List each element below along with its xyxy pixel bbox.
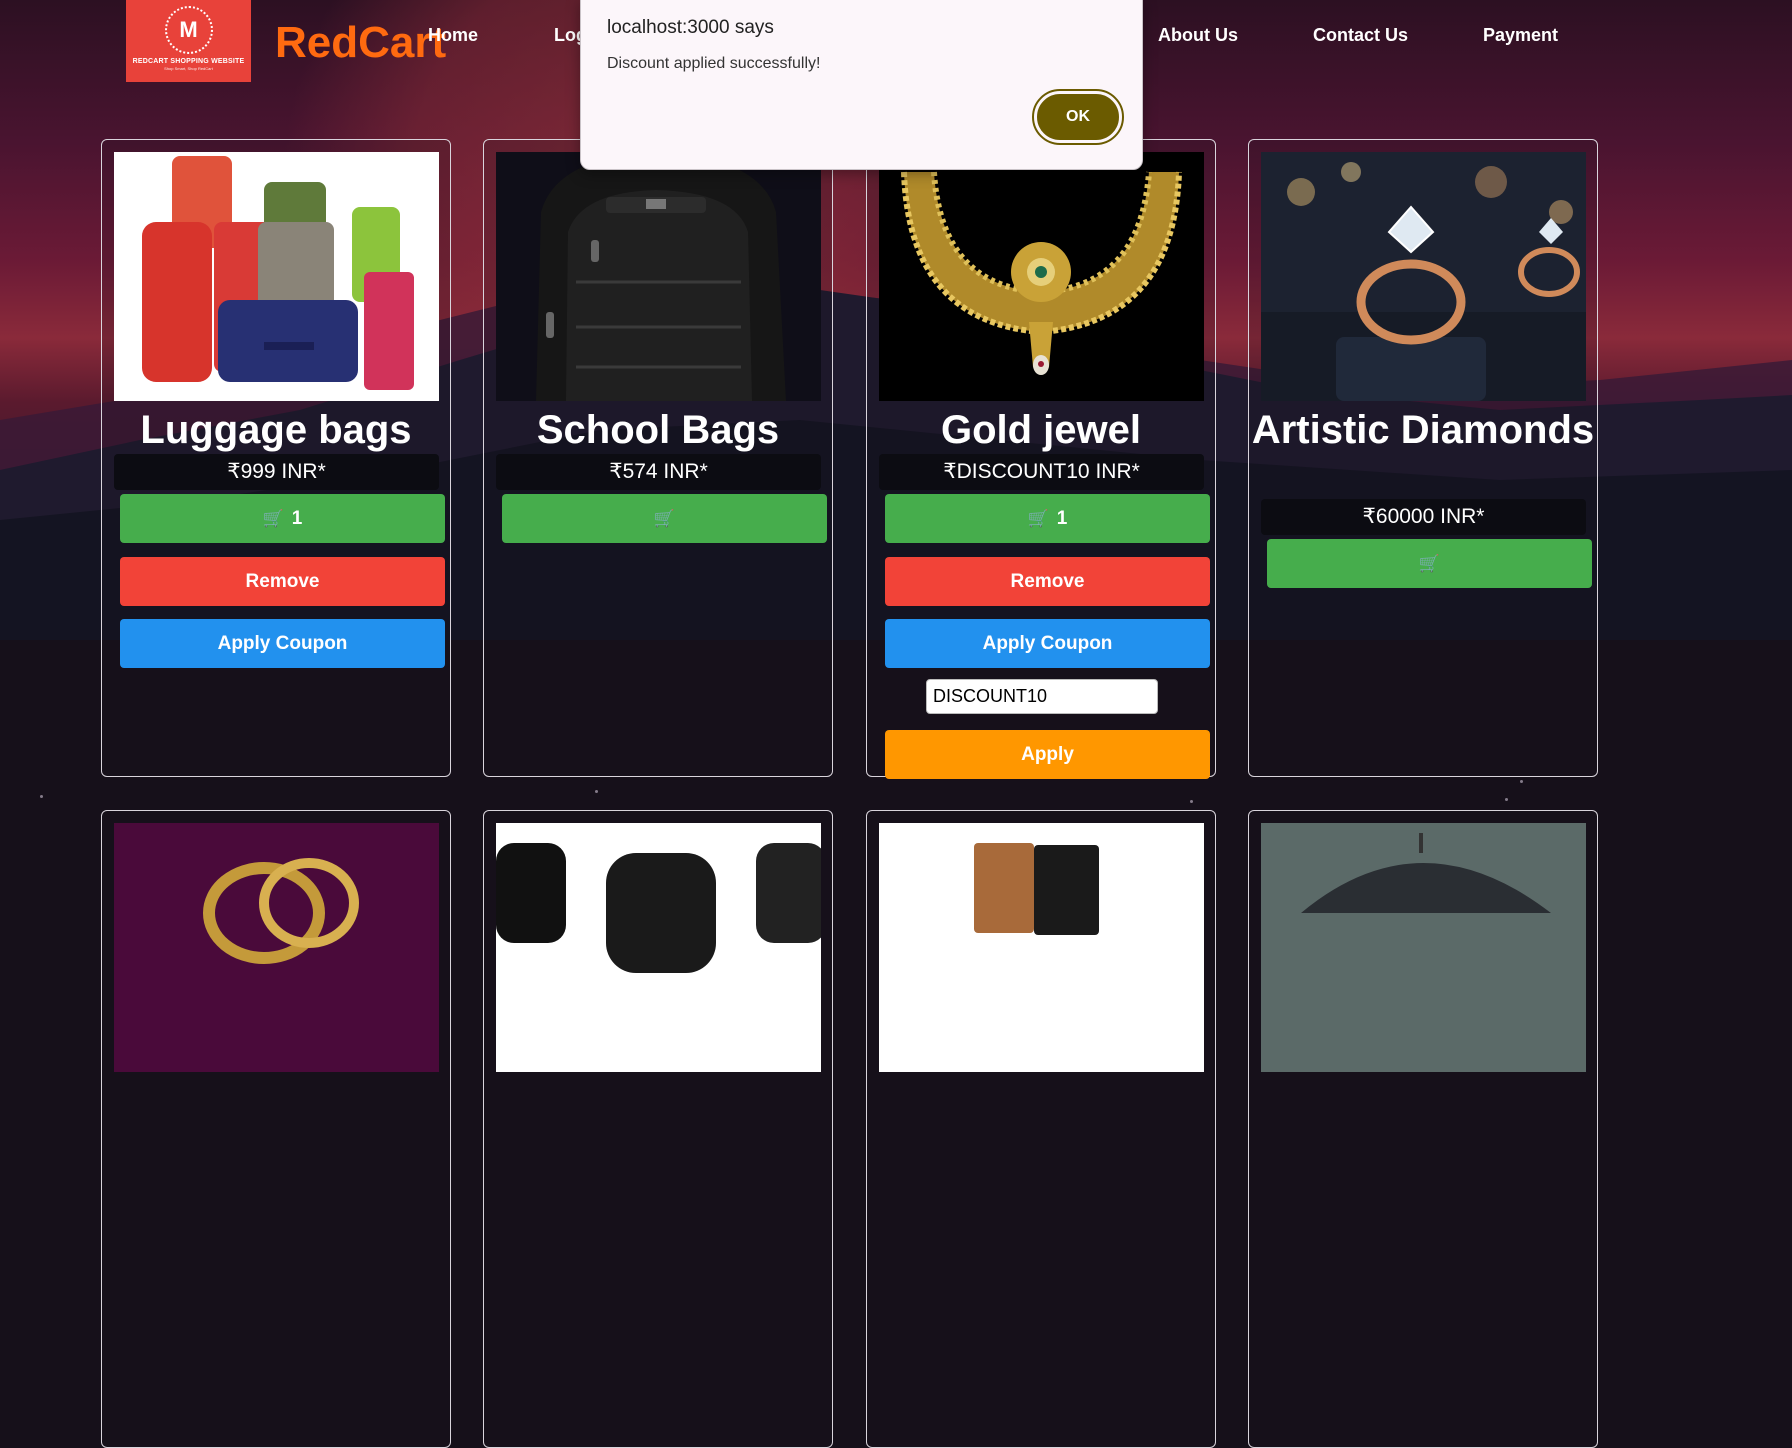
product-card-bangles bbox=[101, 810, 451, 1448]
add-to-cart-button[interactable]: 🛒 bbox=[1267, 539, 1592, 588]
product-title: Luggage bags bbox=[140, 408, 412, 452]
product-image bbox=[879, 152, 1204, 401]
nav-about-us[interactable]: About Us bbox=[1158, 25, 1238, 46]
add-to-cart-button[interactable]: 🛒 1 bbox=[885, 494, 1210, 543]
brand-name: RedCart bbox=[275, 18, 447, 67]
remove-button[interactable]: Remove bbox=[120, 557, 445, 606]
product-card-gold-jewel: Gold jewel ₹DISCOUNT10 INR* 🛒 1 Remove A… bbox=[866, 139, 1216, 779]
product-image bbox=[496, 152, 821, 401]
cart-icon: 🛒 bbox=[1027, 508, 1049, 528]
product-image bbox=[496, 823, 821, 1072]
product-image bbox=[1261, 823, 1586, 1072]
product-title: Gold jewel bbox=[940, 408, 1142, 452]
cart-icon: 🛒 bbox=[262, 508, 284, 528]
product-image bbox=[114, 152, 439, 401]
product-card-luggage: Luggage bags ₹999 INR* 🛒 1 Remove Apply … bbox=[101, 139, 451, 777]
nav-home[interactable]: Home bbox=[428, 25, 478, 46]
remove-button[interactable]: Remove bbox=[885, 557, 1210, 606]
product-price: ₹DISCOUNT10 INR* bbox=[879, 454, 1204, 490]
cart-icon: 🛒 bbox=[653, 508, 676, 528]
add-to-cart-button[interactable]: 🛒 bbox=[502, 494, 827, 543]
add-to-cart-button[interactable]: 🛒 1 bbox=[120, 494, 445, 543]
product-card-umbrella bbox=[1248, 810, 1598, 1448]
nav-payment[interactable]: Payment bbox=[1483, 25, 1558, 46]
site-logo[interactable]: M REDCART SHOPPING WEBSITE Shop Smart, S… bbox=[126, 0, 251, 82]
product-image bbox=[1261, 152, 1586, 401]
product-image bbox=[114, 823, 439, 1072]
nav-contact-us[interactable]: Contact Us bbox=[1313, 25, 1408, 46]
logo-tagline: Shop Smart, Shop RedCart bbox=[164, 65, 213, 71]
logo-text: REDCART SHOPPING WEBSITE bbox=[132, 57, 245, 65]
product-title: Artistic Diamonds bbox=[1251, 408, 1595, 452]
product-card-school-bags: School Bags ₹574 INR* 🛒 bbox=[483, 139, 833, 777]
alert-dialog: localhost:3000 says Discount applied suc… bbox=[580, 0, 1143, 170]
dialog-message: Discount applied successfully! bbox=[607, 55, 821, 72]
coupon-code-input[interactable] bbox=[926, 679, 1158, 714]
product-price: ₹574 INR* bbox=[496, 454, 821, 490]
product-card-wallets bbox=[866, 810, 1216, 1448]
ok-button[interactable]: OK bbox=[1032, 89, 1124, 145]
apply-button[interactable]: Apply bbox=[885, 730, 1210, 779]
product-price: ₹60000 INR* bbox=[1261, 499, 1586, 535]
apply-coupon-button[interactable]: Apply Coupon bbox=[120, 619, 445, 668]
product-price: ₹999 INR* bbox=[114, 454, 439, 490]
product-title: School Bags bbox=[536, 408, 780, 452]
product-card-watches bbox=[483, 810, 833, 1448]
cart-count: 1 bbox=[1056, 507, 1068, 529]
logo-emblem-icon: M bbox=[164, 5, 213, 54]
cart-icon: 🛒 bbox=[1418, 553, 1441, 573]
dialog-title: localhost:3000 says bbox=[607, 17, 774, 38]
product-image bbox=[879, 823, 1204, 1072]
cart-count: 1 bbox=[291, 507, 303, 529]
product-card-artistic-diamonds: Artistic Diamonds ₹60000 INR* 🛒 bbox=[1248, 139, 1598, 777]
apply-coupon-button[interactable]: Apply Coupon bbox=[885, 619, 1210, 668]
